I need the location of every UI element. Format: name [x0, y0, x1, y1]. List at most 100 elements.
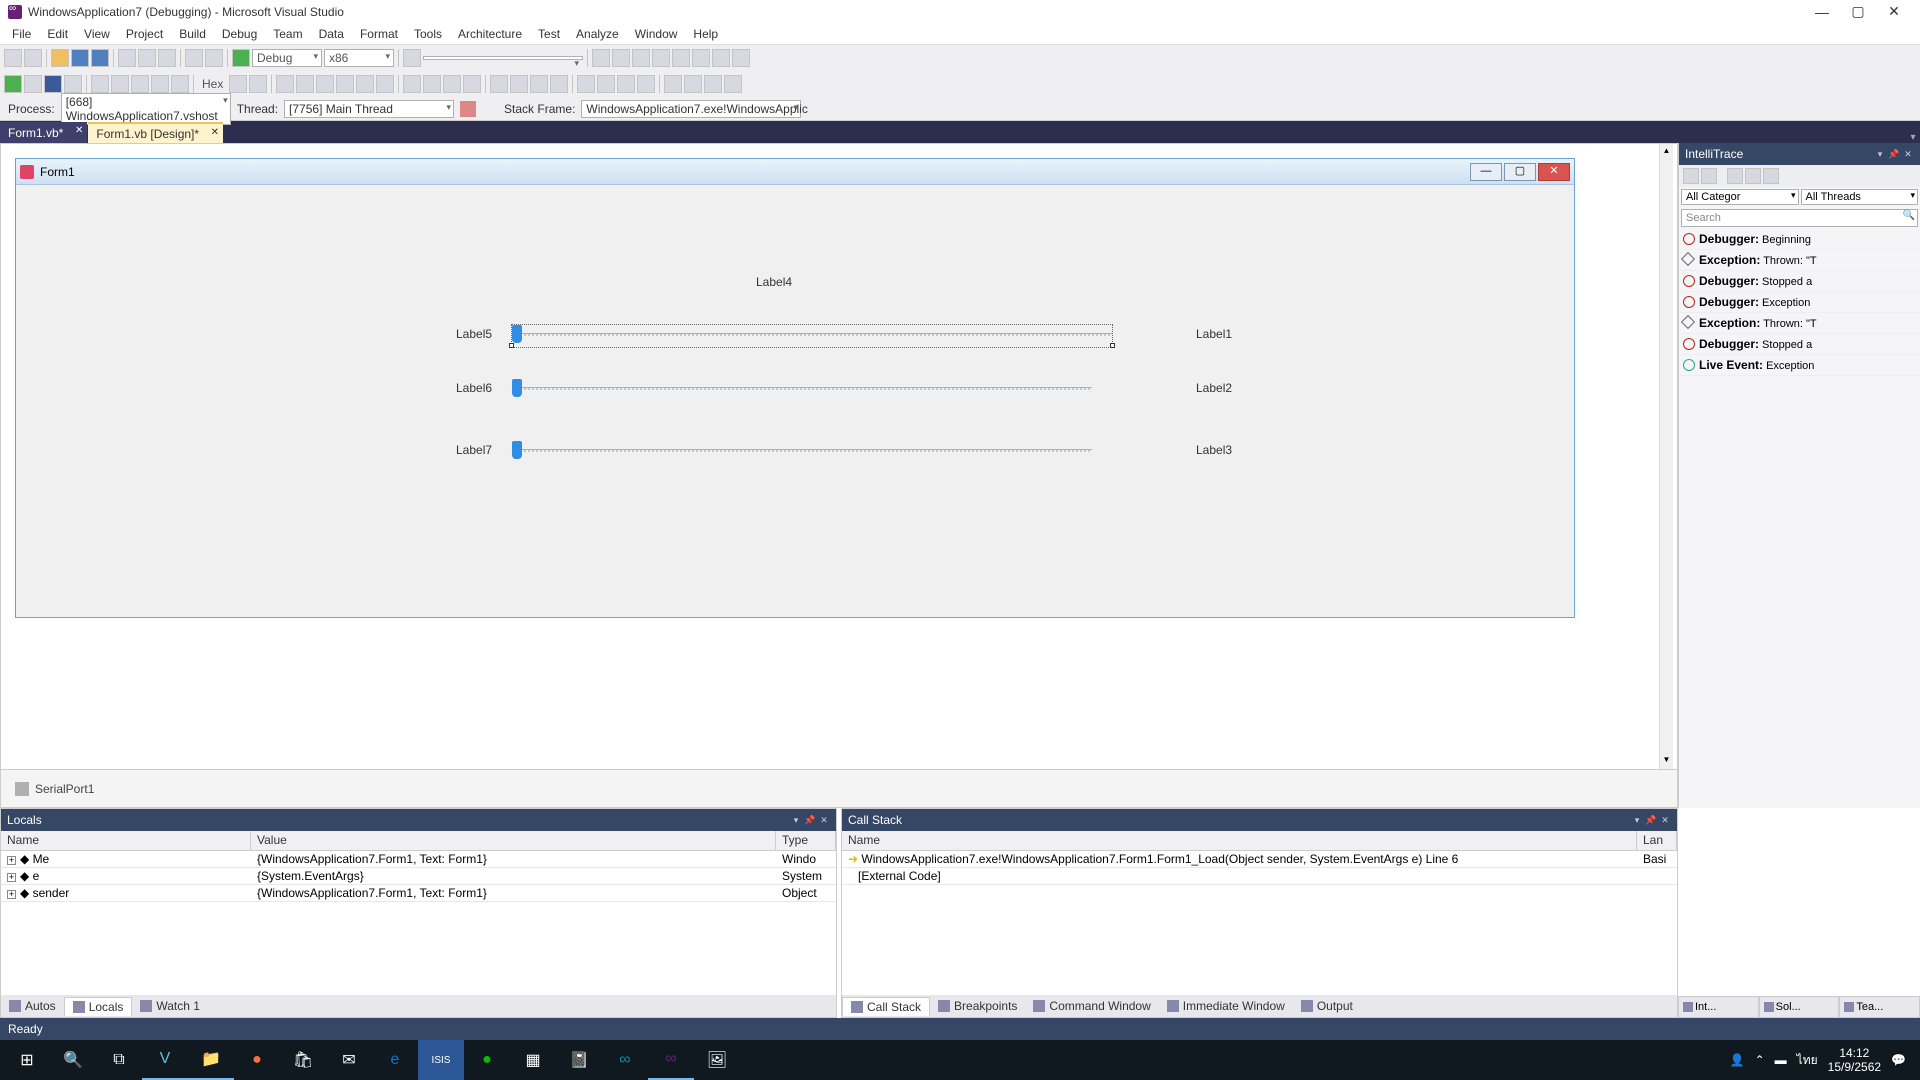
panel-close-icon[interactable]: ✕ [1902, 149, 1914, 160]
bottom-tab-call-stack[interactable]: Call Stack [842, 997, 930, 1016]
toolbar-button[interactable] [229, 75, 247, 93]
intelli-event[interactable]: Debugger: Exception [1679, 292, 1920, 313]
locals-row[interactable]: +◆ Me{WindowsApplication7.Form1, Text: F… [1, 851, 836, 868]
toolbar-button[interactable] [704, 75, 722, 93]
menu-tools[interactable]: Tools [406, 25, 450, 43]
bottom-tab-command-window[interactable]: Command Window [1025, 997, 1158, 1015]
label6[interactable]: Label6 [456, 381, 492, 395]
bottom-tab-autos[interactable]: Autos [1, 997, 64, 1015]
toolbar-button[interactable] [577, 75, 595, 93]
toolbar-button[interactable] [597, 75, 615, 93]
toolbar-button[interactable] [724, 75, 742, 93]
panel-menu-icon[interactable]: ▾ [1874, 149, 1886, 160]
toolbar-button[interactable] [4, 49, 22, 67]
toolbar-button[interactable] [249, 75, 267, 93]
thread-icon[interactable] [460, 101, 476, 117]
system-clock[interactable]: 14:12 15/9/2562 [1828, 1046, 1881, 1075]
trackbar1[interactable] [512, 325, 1112, 347]
toolbar-button[interactable] [684, 75, 702, 93]
redo-icon[interactable] [205, 49, 223, 67]
pause-icon[interactable] [24, 75, 42, 93]
tab-close-icon[interactable]: ✕ [211, 127, 219, 138]
thread-select[interactable]: [7756] Main Thread [284, 100, 454, 118]
notifications-icon[interactable]: 💬 [1891, 1053, 1906, 1067]
firefox-icon[interactable]: ● [234, 1040, 280, 1080]
arduino-icon[interactable]: ∞ [602, 1040, 648, 1080]
panel-pin-icon[interactable]: 📌 [1888, 149, 1900, 160]
col-value[interactable]: Value [251, 831, 776, 850]
bottom-tab-output[interactable]: Output [1293, 997, 1361, 1015]
step-out-icon[interactable] [131, 75, 149, 93]
menu-view[interactable]: View [76, 25, 118, 43]
menu-format[interactable]: Format [352, 25, 406, 43]
menu-project[interactable]: Project [118, 25, 171, 43]
toolbar-button[interactable] [617, 75, 635, 93]
bottom-tab-locals[interactable]: Locals [64, 997, 133, 1016]
toolbar-button[interactable] [612, 49, 630, 67]
restart-icon[interactable] [64, 75, 82, 93]
label2[interactable]: Label2 [1196, 381, 1232, 395]
start-icon[interactable] [232, 49, 250, 67]
minimize-button[interactable]: — [1804, 4, 1840, 20]
intelli-toolbar-button[interactable] [1727, 168, 1743, 184]
toolbar-button[interactable] [530, 75, 548, 93]
bottom-tab-immediate-window[interactable]: Immediate Window [1159, 997, 1293, 1015]
intelli-event[interactable]: Exception: Thrown: "T [1679, 313, 1920, 334]
intelli-toolbar-button[interactable] [1745, 168, 1761, 184]
process-select[interactable]: [668] WindowsApplication7.vshost [61, 93, 231, 125]
search-icon[interactable]: 🔍 [50, 1040, 96, 1080]
align-middle-icon[interactable] [356, 75, 374, 93]
people-icon[interactable]: 👤 [1730, 1053, 1745, 1067]
form-minimize-button[interactable]: — [1470, 163, 1502, 181]
start-button[interactable]: ⊞ [4, 1040, 50, 1080]
toolbar-button[interactable] [550, 75, 568, 93]
panel-pin-icon[interactable]: 📌 [804, 815, 816, 826]
taskbar-app[interactable]: V [142, 1040, 188, 1080]
form-maximize-button[interactable]: ▢ [1504, 163, 1536, 181]
side-tab[interactable]: Sol... [1759, 996, 1840, 1018]
toolbar-button[interactable] [443, 75, 461, 93]
menu-architecture[interactable]: Architecture [450, 25, 530, 43]
toolbar-button[interactable] [637, 75, 655, 93]
bottom-tab-watch-1[interactable]: Watch 1 [132, 997, 208, 1015]
toolbar-button[interactable] [151, 75, 169, 93]
toolbar-button[interactable] [664, 75, 682, 93]
toolbar-button[interactable] [672, 49, 690, 67]
col-lang[interactable]: Lan [1637, 831, 1677, 850]
intelli-toolbar-button[interactable] [1683, 168, 1699, 184]
toolbar-button[interactable] [732, 49, 750, 67]
toolbar-button[interactable] [403, 75, 421, 93]
align-top-icon[interactable] [336, 75, 354, 93]
intelli-toolbar-button[interactable] [1763, 168, 1779, 184]
form-close-button[interactable]: ✕ [1538, 163, 1570, 181]
intelli-event[interactable]: Debugger: Beginning [1679, 229, 1920, 250]
panel-menu-icon[interactable]: ▾ [790, 815, 802, 826]
menu-test[interactable]: Test [530, 25, 568, 43]
menu-window[interactable]: Window [627, 25, 686, 43]
locals-row[interactable]: +◆ sender{WindowsApplication7.Form1, Tex… [1, 885, 836, 902]
label5[interactable]: Label5 [456, 327, 492, 341]
serialport-component[interactable]: SerialPort1 [35, 782, 94, 796]
toolbar-button[interactable] [632, 49, 650, 67]
edge-icon[interactable]: e [372, 1040, 418, 1080]
explorer-icon[interactable]: 📁 [188, 1040, 234, 1080]
toolbar-button[interactable] [692, 49, 710, 67]
document-tab[interactable]: Form1.vb [Design]*✕ [88, 122, 223, 143]
taskbar-app[interactable]: 📓 [556, 1040, 602, 1080]
callstack-row[interactable]: ➜ WindowsApplication7.exe!WindowsApplica… [842, 851, 1677, 868]
tray-chevron-icon[interactable]: ⌃ [1755, 1053, 1765, 1067]
save-icon[interactable] [71, 49, 89, 67]
save-all-icon[interactable] [91, 49, 109, 67]
label3[interactable]: Label3 [1196, 443, 1232, 457]
label7[interactable]: Label7 [456, 443, 492, 457]
col-name[interactable]: Name [842, 831, 1637, 850]
intelli-toolbar-button[interactable] [1701, 168, 1717, 184]
stop-icon[interactable] [44, 75, 62, 93]
side-tab[interactable]: Tea... [1839, 996, 1920, 1018]
menu-team[interactable]: Team [265, 25, 310, 43]
panel-pin-icon[interactable]: 📌 [1645, 815, 1657, 826]
form1-window[interactable]: Form1 — ▢ ✕ Label4 Label5 Label6 Label7 … [15, 158, 1575, 618]
language-indicator[interactable]: ไทย [1797, 1051, 1818, 1070]
col-name[interactable]: Name [1, 831, 251, 850]
intelli-search-input[interactable]: Search [1681, 209, 1918, 227]
